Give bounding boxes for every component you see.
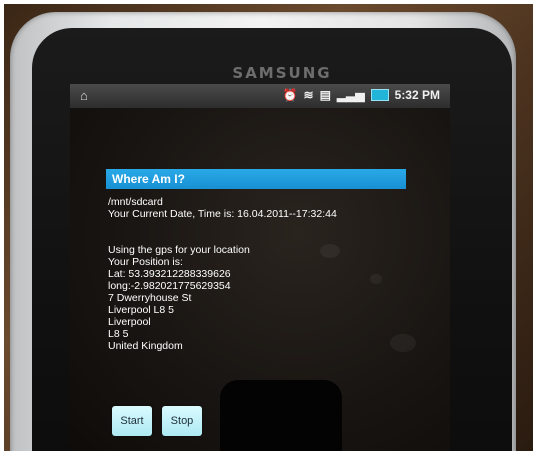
brand-logo: SAMSUNG bbox=[232, 64, 332, 82]
datetime-text: Your Current Date, Time is: 16.04.2011--… bbox=[108, 208, 337, 220]
screen-reflection bbox=[220, 380, 342, 451]
wifi-icon: ≋ bbox=[303, 88, 314, 102]
address-country: United Kingdom bbox=[108, 340, 183, 352]
stop-button[interactable]: Stop bbox=[162, 406, 202, 436]
start-button[interactable]: Start bbox=[112, 406, 152, 436]
signal-icon: ▂▃▅ bbox=[336, 88, 365, 102]
latitude-text: Lat: 53.393212288339626 bbox=[108, 268, 231, 280]
sd-card-icon: ▤ bbox=[319, 88, 331, 102]
status-time: 5:32 PM bbox=[394, 88, 440, 102]
photo-background: SAMSUNG ⌂ ⏰ ≋ ▤ ▂▃▅ 5:32 PM Where Am I? … bbox=[4, 4, 533, 451]
address-postcode: L8 5 bbox=[108, 328, 129, 340]
storage-path: /mnt/sdcard bbox=[108, 196, 163, 208]
gps-status-text: Using the gps for your location bbox=[108, 244, 250, 256]
address-city: Liverpool bbox=[108, 316, 151, 328]
address-city-postcode: Liverpool L8 5 bbox=[108, 304, 174, 316]
alarm-icon: ⏰ bbox=[282, 88, 298, 102]
home-icon[interactable]: ⌂ bbox=[80, 88, 88, 103]
app-content: /mnt/sdcard Your Current Date, Time is: … bbox=[108, 196, 428, 352]
position-label: Your Position is: bbox=[108, 256, 183, 268]
phone-screen: ⌂ ⏰ ≋ ▤ ▂▃▅ 5:32 PM Where Am I? /mnt/sdc… bbox=[70, 84, 450, 451]
battery-icon bbox=[370, 89, 389, 101]
status-bar: ⌂ ⏰ ≋ ▤ ▂▃▅ 5:32 PM bbox=[70, 84, 450, 108]
app-title-bar: Where Am I? bbox=[106, 169, 406, 189]
longitude-text: long:-2.982021775629354 bbox=[108, 280, 231, 292]
address-street: 7 Dwerryhouse St bbox=[108, 292, 192, 304]
